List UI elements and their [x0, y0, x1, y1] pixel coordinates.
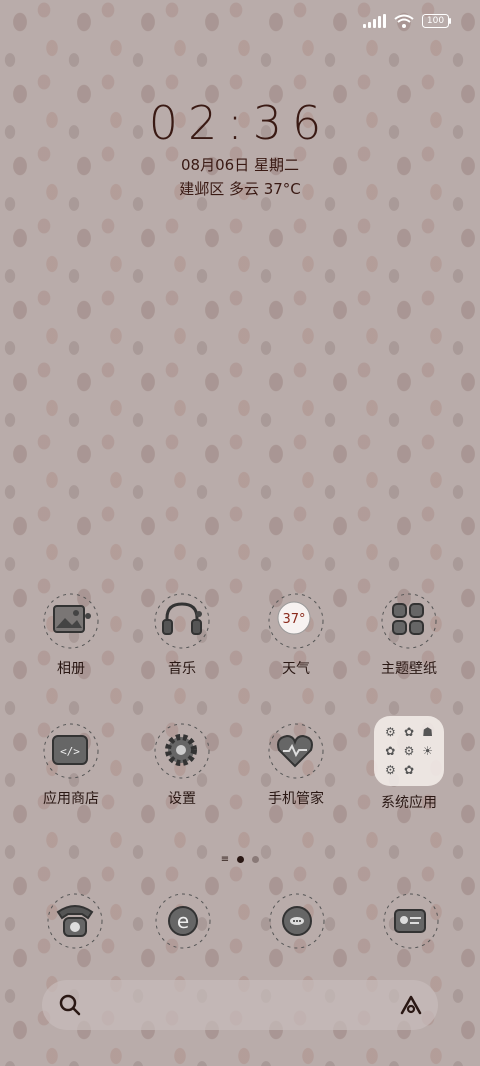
app-store[interactable]: </> 应用商店	[16, 720, 126, 808]
status-bar: 100	[363, 10, 452, 32]
browser-icon: e	[155, 893, 211, 949]
mini-app-icon: ✿	[403, 725, 415, 740]
dock-messages[interactable]	[262, 890, 332, 952]
mini-app-icon: ⚙	[403, 743, 415, 758]
headphones-icon	[151, 590, 213, 652]
search-icon[interactable]	[58, 993, 82, 1021]
app-themes[interactable]: 主题壁纸	[354, 590, 464, 678]
page-indicator[interactable]: ≡	[0, 854, 480, 865]
app-label: 手机管家	[268, 791, 324, 807]
app-weather[interactable]: 37° 天气	[241, 590, 351, 678]
weather-icon: 37°	[265, 590, 327, 652]
dock-browser[interactable]: e	[148, 890, 218, 952]
folder-icon: ⚙ ✿ ☗ ✿ ⚙ ☀ ⚙ ✿	[374, 716, 444, 786]
app-label: 音乐	[168, 661, 196, 677]
mini-app-icon: ✿	[385, 743, 396, 758]
battery-level: 100	[426, 16, 445, 26]
dock-phone[interactable]	[40, 890, 110, 952]
theme-icon	[378, 590, 440, 652]
mini-app-icon: ☀	[422, 743, 434, 758]
battery-icon: 100	[422, 14, 452, 28]
list-icon[interactable]: ≡	[221, 854, 229, 865]
app-label: 系统应用	[381, 795, 437, 811]
svg-text:</>: </>	[60, 745, 80, 758]
weather-summary: 建邺区 多云 37°C	[179, 180, 301, 198]
gallery-icon	[40, 590, 102, 652]
security-heart-icon	[265, 720, 327, 782]
search-bar[interactable]	[42, 980, 438, 1030]
assistant-icon[interactable]	[398, 992, 424, 1022]
svg-text:e: e	[177, 909, 189, 933]
phone-icon	[47, 893, 103, 949]
app-folder-system[interactable]: ⚙ ✿ ☗ ✿ ⚙ ☀ ⚙ ✿ 系统应用	[354, 716, 464, 812]
contacts-card-icon	[383, 893, 439, 949]
app-label: 应用商店	[43, 791, 99, 807]
mini-app-icon: ✿	[403, 762, 415, 777]
dock-contacts[interactable]	[376, 890, 446, 952]
app-label: 主题壁纸	[381, 661, 437, 677]
page-dot[interactable]	[252, 856, 260, 863]
page-dot-active[interactable]	[237, 856, 245, 863]
messages-icon	[269, 893, 325, 949]
app-label: 天气	[282, 661, 310, 677]
app-gallery[interactable]: 相册	[16, 590, 126, 678]
app-label: 相册	[57, 661, 85, 677]
gear-icon	[151, 720, 213, 782]
app-label: 设置	[168, 791, 196, 807]
app-settings[interactable]: 设置	[127, 720, 237, 808]
app-music[interactable]: 音乐	[127, 590, 237, 678]
wifi-icon	[394, 14, 414, 28]
mini-app-icon: ⚙	[384, 725, 396, 740]
mini-app-icon	[419, 761, 436, 778]
mini-app-icon: ☗	[422, 725, 434, 740]
signal-icon	[363, 14, 386, 28]
app-store-icon: </>	[40, 720, 102, 782]
clock-time[interactable]: 02:36	[0, 96, 480, 150]
weather-temp: 37°	[282, 612, 305, 627]
date-text: 08月06日 星期二	[181, 156, 299, 174]
mini-app-icon: ⚙	[384, 762, 396, 777]
app-security[interactable]: 手机管家	[241, 720, 351, 808]
